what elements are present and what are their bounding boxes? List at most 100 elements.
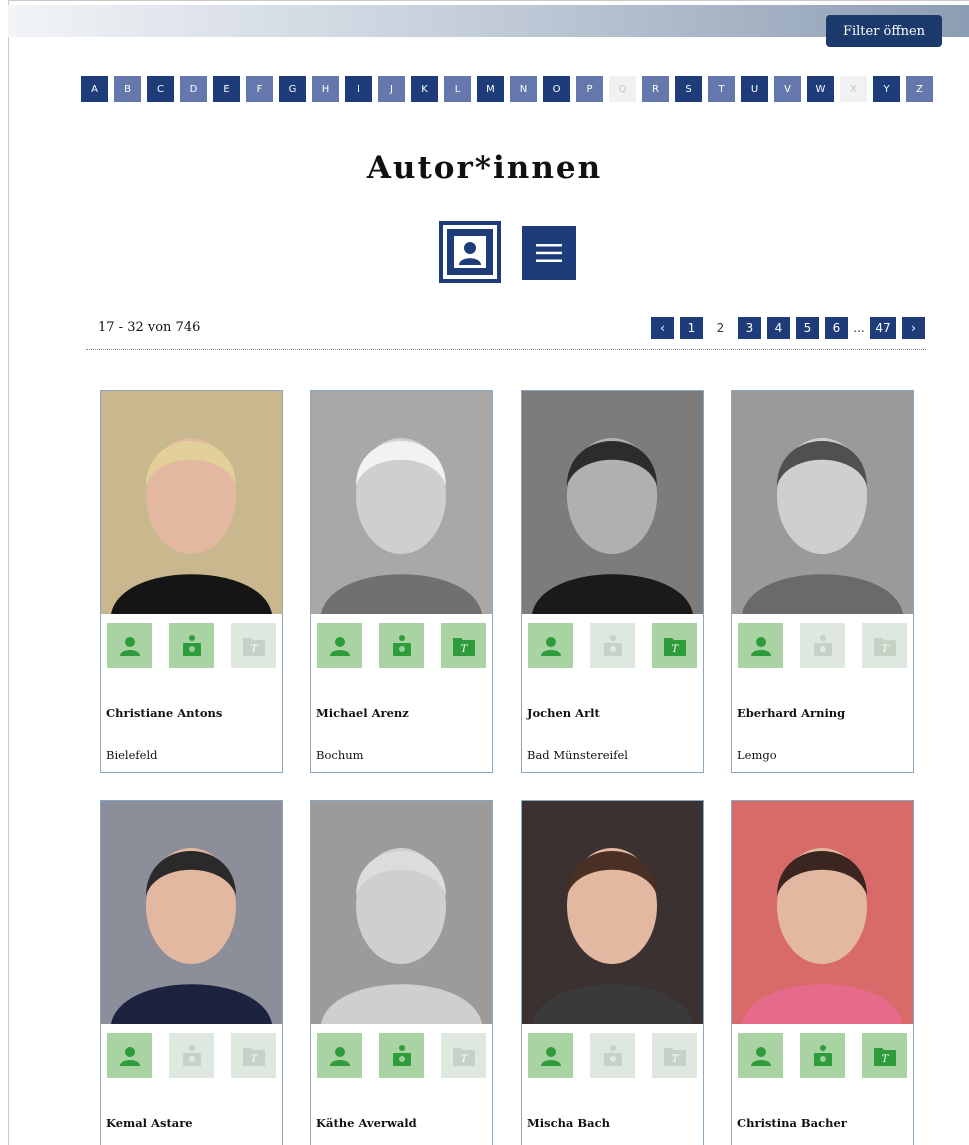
author-city: Bochum [316,748,364,762]
reading-icon [590,623,635,668]
author-name[interactable]: Jochen Arlt [527,706,600,720]
author-features: T [738,1033,907,1078]
author-name[interactable]: Käthe Averwald [316,1116,417,1130]
reading-icon[interactable] [379,623,424,668]
letter-s[interactable]: S [675,76,702,102]
letter-o[interactable]: O [543,76,570,102]
profile-icon[interactable] [528,623,573,668]
prev-page-button[interactable]: ‹ [651,317,674,339]
letter-p[interactable]: P [576,76,603,102]
profile-icon[interactable] [738,623,783,668]
pagination-ellipsis: ... [853,321,865,335]
author-features: T [107,623,276,668]
author-card[interactable]: T Käthe Averwald [310,800,493,1145]
letter-m[interactable]: M [477,76,504,102]
page-3[interactable]: 3 [738,317,761,339]
author-name[interactable]: Kemal Astare [106,1116,193,1130]
profile-icon[interactable] [317,1033,362,1078]
text-icon[interactable]: T [652,623,697,668]
letter-x: X [840,76,867,102]
author-city: Bielefeld [106,748,158,762]
author-card[interactable]: T Kemal Astare [100,800,283,1145]
top-banner [8,5,969,37]
letter-g[interactable]: G [279,76,306,102]
author-photo[interactable] [101,391,282,614]
page-5[interactable]: 5 [796,317,819,339]
author-photo[interactable] [732,391,913,614]
author-photo[interactable] [732,801,913,1024]
author-name[interactable]: Christina Bacher [737,1116,847,1130]
text-icon[interactable]: T [862,1033,907,1078]
text-icon: T [862,623,907,668]
author-name[interactable]: Christiane Antons [106,706,222,720]
author-photo[interactable] [311,801,492,1024]
list-view-button[interactable] [522,226,576,280]
author-photo[interactable] [311,391,492,614]
letter-t[interactable]: T [708,76,735,102]
letter-j[interactable]: J [378,76,405,102]
alphabet-filter: ABCDEFGHIJKLMNOPQRSTUVWXYZ [81,76,933,102]
author-card[interactable]: T Eberhard Arning Lemgo [731,390,914,773]
profile-icon[interactable] [107,623,152,668]
profile-icon[interactable] [107,1033,152,1078]
letter-r[interactable]: R [642,76,669,102]
author-card[interactable]: T Christiane Antons Bielefeld [100,390,283,773]
author-city: Lemgo [737,748,777,762]
letter-h[interactable]: H [312,76,339,102]
text-icon: T [652,1033,697,1078]
profile-icon[interactable] [738,1033,783,1078]
results-count: 17 - 32 von 746 [98,320,201,335]
letter-v[interactable]: V [774,76,801,102]
reading-icon[interactable] [169,623,214,668]
author-name[interactable]: Eberhard Arning [737,706,845,720]
letter-d[interactable]: D [180,76,207,102]
letter-z[interactable]: Z [906,76,933,102]
letter-c[interactable]: C [147,76,174,102]
letter-w[interactable]: W [807,76,834,102]
author-name[interactable]: Michael Arenz [316,706,409,720]
letter-i[interactable]: I [345,76,372,102]
author-features: T [528,623,697,668]
profile-icon[interactable] [317,623,362,668]
text-icon: T [231,623,276,668]
author-card[interactable]: T Christina Bacher [731,800,914,1145]
text-icon: T [441,1033,486,1078]
profile-icon[interactable] [528,1033,573,1078]
page-2-current: 2 [709,317,732,339]
reading-icon [800,623,845,668]
page-6[interactable]: 6 [825,317,848,339]
reading-icon[interactable] [800,1033,845,1078]
page-1[interactable]: 1 [680,317,703,339]
letter-b[interactable]: B [114,76,141,102]
reading-icon [590,1033,635,1078]
author-photo[interactable] [101,801,282,1024]
letter-y[interactable]: Y [873,76,900,102]
grid-view-button[interactable] [439,221,501,283]
author-features: T [738,623,907,668]
author-photo[interactable] [522,801,703,1024]
author-card[interactable]: T Mischa Bach [521,800,704,1145]
text-icon[interactable]: T [441,623,486,668]
author-card[interactable]: T Jochen Arlt Bad Münstereifel [521,390,704,773]
next-page-button[interactable]: › [902,317,925,339]
reading-icon[interactable] [379,1033,424,1078]
page-last[interactable]: 47 [870,317,896,339]
letter-e[interactable]: E [213,76,240,102]
letter-q: Q [609,76,636,102]
page-title: Autor*innen [366,150,603,186]
page-4[interactable]: 4 [767,317,790,339]
letter-f[interactable]: F [246,76,273,102]
author-photo[interactable] [522,391,703,614]
text-icon: T [231,1033,276,1078]
letter-k[interactable]: K [411,76,438,102]
reading-icon [169,1033,214,1078]
letter-n[interactable]: N [510,76,537,102]
letter-a[interactable]: A [81,76,108,102]
letter-l[interactable]: L [444,76,471,102]
letter-u[interactable]: U [741,76,768,102]
author-features: T [107,1033,276,1078]
filter-open-button[interactable]: Filter öffnen [826,15,942,47]
author-name[interactable]: Mischa Bach [527,1116,610,1130]
author-features: T [317,1033,486,1078]
author-card[interactable]: T Michael Arenz Bochum [310,390,493,773]
